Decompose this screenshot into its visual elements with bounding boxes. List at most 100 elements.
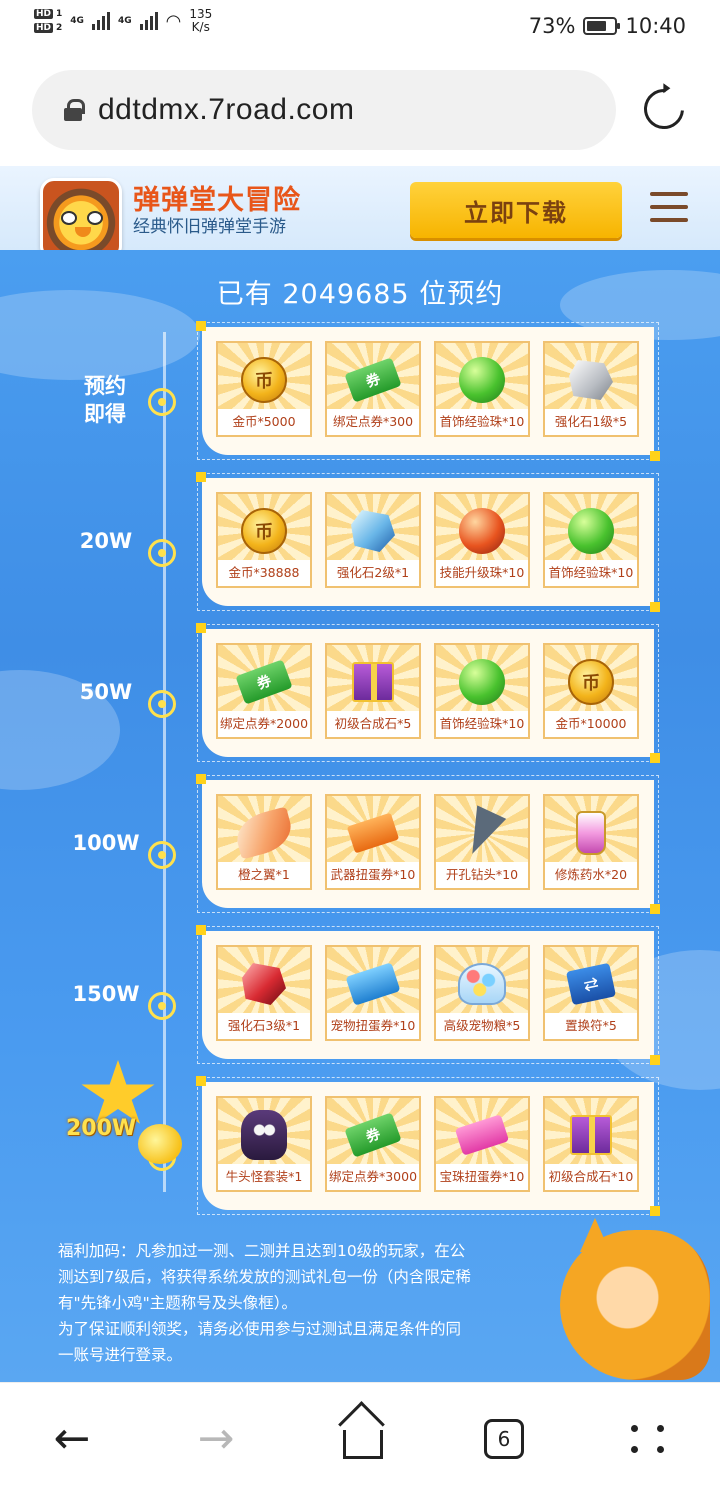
reward-item: 强化石1级*5 — [543, 341, 639, 437]
reward-item: 初级合成石*5 — [325, 643, 421, 739]
gold-coin-icon: 币 — [241, 357, 287, 403]
home-icon[interactable] — [330, 1413, 390, 1465]
gold-coin-icon: 币 — [241, 508, 287, 554]
reward-item: 宠物扭蛋券*10 — [325, 945, 421, 1041]
url-text: ddtdmx.7road.com — [98, 93, 355, 126]
notice-line: 一账号进行登录。 — [58, 1346, 183, 1364]
back-arrow-icon[interactable]: ← — [42, 1413, 102, 1465]
reward-item: 武器扭蛋券*10 — [325, 794, 421, 890]
badge-label: 200W — [66, 1116, 137, 1141]
hd1-indicator: HD 1 — [34, 9, 63, 19]
browser-url-bar: ddtdmx.7road.com — [0, 54, 720, 166]
reward-item-label: 宝珠扭蛋券*10 — [436, 1164, 528, 1190]
reservation-count: 已有 2049685 位预约 — [216, 279, 504, 310]
forward-arrow-icon[interactable]: → — [186, 1413, 246, 1465]
reward-item: 币金币*5000 — [216, 341, 312, 437]
reward-item: 宝珠扭蛋券*10 — [434, 1096, 530, 1192]
reward-item: 首饰经验珠*10 — [543, 492, 639, 588]
reward-tier-card: 币金币*38888 强化石2级*1 技能升级珠*10 首饰经验珠*10 — [196, 472, 660, 612]
reward-item: 币金币*10000 — [543, 643, 639, 739]
status-left: HD 1 HD 2 4G 4G ◠ 135 K/s — [34, 8, 212, 34]
tier-label: 50W — [79, 680, 133, 704]
reward-item-label: 绑定点券*3000 — [327, 1164, 419, 1190]
gift-box-icon — [570, 1115, 612, 1155]
address-field[interactable]: ddtdmx.7road.com — [32, 70, 616, 150]
more-options-icon[interactable] — [618, 1413, 678, 1465]
reward-tier-card: 币金币*5000 券绑定点券*300 首饰经验珠*10 强化石1级*5 — [196, 321, 660, 461]
reward-item: 券绑定点券*3000 — [325, 1096, 421, 1192]
reward-item-label: 强化石3级*1 — [218, 1013, 310, 1039]
network-type-2: 4G — [117, 16, 132, 26]
app-subtitle: 经典怀旧弹弹堂手游 — [133, 217, 286, 237]
reward-item-label: 初级合成石*10 — [545, 1164, 637, 1190]
reward-tier-card: 券绑定点券*2000 初级合成石*5 首饰经验珠*10 币金币*10000 — [196, 623, 660, 763]
reward-item: 初级合成石*10 — [543, 1096, 639, 1192]
reward-item-label: 橙之翼*1 — [218, 862, 310, 888]
reward-item: ⇄ 置换符*5 — [543, 945, 639, 1041]
status-right: 73% 10:40 — [529, 14, 686, 38]
reward-item-label: 牛头怪套装*1 — [218, 1164, 310, 1190]
reward-tier-card: 强化石3级*1 宠物扭蛋券*10 高级宠物粮*5 ⇄ 置换符*5 — [196, 925, 660, 1065]
reward-item-label: 绑定点券*2000 — [218, 711, 310, 737]
reward-item-label: 开孔钻头*10 — [436, 862, 528, 888]
status-bar: HD 1 HD 2 4G 4G ◠ 135 K/s 73% 10:40 — [0, 0, 720, 54]
gold-coin-icon: 币 — [568, 659, 614, 705]
reward-item-label: 修炼药水*20 — [545, 862, 637, 888]
gift-box-icon — [352, 662, 394, 702]
reward-tier-card: 牛头怪套装*1 券绑定点券*3000 宝珠扭蛋券*10 初级合成石*10 — [196, 1076, 660, 1216]
hamburger-menu-icon[interactable] — [650, 192, 688, 222]
timeline-dot-icon — [148, 690, 176, 718]
reward-item-label: 绑定点券*300 — [327, 409, 419, 435]
reward-item: 券绑定点券*2000 — [216, 643, 312, 739]
reward-item-label: 首饰经验珠*10 — [545, 560, 637, 586]
green-orb-icon — [459, 659, 505, 705]
tier-label: 预约即得 — [84, 374, 126, 426]
tier-label: 100W — [72, 831, 140, 855]
reward-item-label: 高级宠物粮*5 — [436, 1013, 528, 1039]
reward-item: 开孔钻头*10 — [434, 794, 530, 890]
reward-tier-card: 橙之翼*1 武器扭蛋券*10 开孔钻头*10 修炼药水*20 — [196, 774, 660, 914]
reward-item-label: 技能升级珠*10 — [436, 560, 528, 586]
timeline-dot-icon — [148, 992, 176, 1020]
clock: 10:40 — [625, 14, 686, 38]
reward-item-label: 强化石1级*5 — [545, 409, 637, 435]
reward-item-label: 初级合成石*5 — [327, 711, 419, 737]
timeline-dot-icon — [148, 388, 176, 416]
reward-item-label: 强化石2级*1 — [327, 560, 419, 586]
signal-strength-icon — [91, 12, 110, 30]
wifi-icon: ◠ — [165, 10, 182, 32]
reward-item-label: 金币*10000 — [545, 711, 637, 737]
reload-icon[interactable] — [635, 80, 693, 138]
browser-bottom-nav: ← → 6 — [0, 1382, 720, 1493]
reward-item: 技能升级珠*10 — [434, 492, 530, 588]
reward-item: 首饰经验珠*10 — [434, 341, 530, 437]
reward-item-label: 金币*5000 — [218, 409, 310, 435]
green-orb-icon — [459, 357, 505, 403]
timeline-dot-icon — [148, 539, 176, 567]
reward-item: 高级宠物粮*5 — [434, 945, 530, 1041]
tab-count: 6 — [484, 1419, 524, 1459]
reward-item: 首饰经验珠*10 — [434, 643, 530, 739]
reward-item: 强化石3级*1 — [216, 945, 312, 1041]
reward-item: 强化石2级*1 — [325, 492, 421, 588]
notice-line: 福利加码：凡参加过一测、二测并且达到10级的玩家，在公 — [58, 1242, 466, 1260]
200w-badge-icon: 200W — [60, 1060, 182, 1170]
network-speed: 135 K/s — [189, 7, 213, 34]
battery-percent: 73% — [528, 14, 576, 38]
reward-item-label: 金币*38888 — [218, 560, 310, 586]
main-content: 已有 2049685 位预约 预约即得币金币*5000 券绑定点券*300 首饰经验… — [0, 250, 720, 1382]
hd2-indicator: HD 2 — [34, 23, 63, 33]
lock-icon — [64, 99, 85, 121]
download-button[interactable]: 立即下载 — [410, 182, 622, 238]
reward-item-label: 宠物扭蛋券*10 — [327, 1013, 419, 1039]
character-illustration — [540, 1210, 720, 1382]
potion-icon — [576, 811, 606, 855]
green-orb-icon — [568, 508, 614, 554]
reward-item: 券绑定点券*300 — [325, 341, 421, 437]
reward-item: 牛头怪套装*1 — [216, 1096, 312, 1192]
tier-label: 150W — [72, 982, 140, 1006]
reward-item: 修炼药水*20 — [543, 794, 639, 890]
candy-jar-icon — [458, 963, 506, 1005]
tabs-button[interactable]: 6 — [474, 1413, 534, 1465]
notice-line: 有"先锋小鸡"主题称号及头像框）。 — [58, 1294, 298, 1312]
